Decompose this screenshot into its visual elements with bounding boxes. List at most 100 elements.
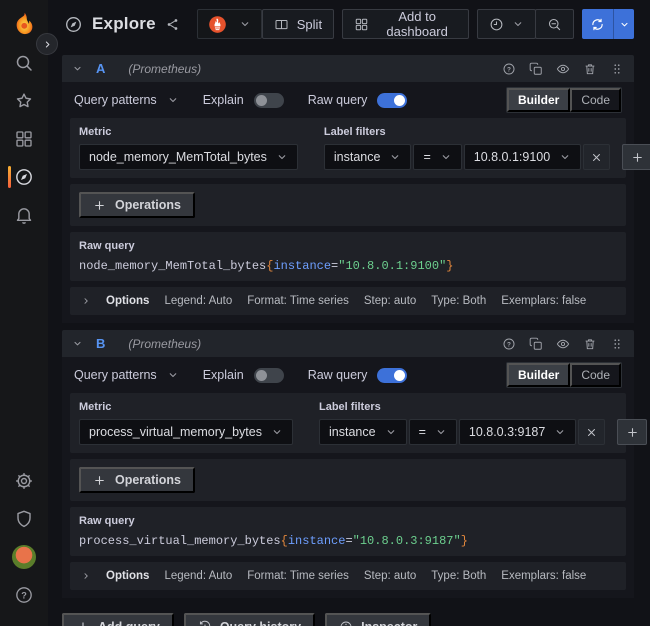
dashboards-grid-icon	[14, 129, 34, 149]
run-query-button[interactable]	[582, 9, 634, 39]
sidebar-item-settings[interactable]	[0, 462, 48, 500]
filter-operator-select[interactable]: =	[413, 144, 461, 170]
gear-icon	[14, 471, 34, 491]
collapse-chevron-icon[interactable]	[72, 63, 83, 74]
explain-toggle[interactable]	[254, 368, 284, 383]
search-icon	[14, 53, 34, 73]
add-to-dashboard-button[interactable]: Add to dashboard	[342, 9, 469, 39]
chevron-down-icon[interactable]	[167, 94, 179, 106]
collapse-chevron-icon[interactable]	[72, 338, 83, 349]
datasource-picker[interactable]	[197, 9, 262, 39]
chevron-down-icon	[435, 426, 447, 438]
add-filter-button[interactable]	[617, 419, 647, 445]
sidebar-item-server-admin[interactable]	[0, 500, 48, 538]
query-patterns-dropdown[interactable]: Query patterns	[74, 93, 157, 107]
delete-query-trash-icon[interactable]	[583, 337, 597, 351]
chevron-right-icon[interactable]	[81, 571, 91, 581]
builder-mode-button[interactable]: Builder	[507, 363, 570, 387]
filter-value-select[interactable]: 10.8.0.3:9187	[459, 419, 576, 445]
add-operation-button[interactable]: Operations	[79, 467, 195, 493]
inspector-label: Inspector	[361, 620, 417, 626]
label-filters-field: Label filters instance =	[324, 126, 650, 170]
delete-query-trash-icon[interactable]	[583, 62, 597, 76]
sidebar-item-alerting[interactable]	[0, 196, 48, 234]
refresh-icon[interactable]	[582, 9, 613, 39]
grafana-explore-app: Explore Split Add to dashboard	[0, 0, 650, 626]
query-help-icon[interactable]	[502, 337, 516, 351]
add-filter-button[interactable]	[622, 144, 650, 170]
query-a-metric-section: Metric node_memory_MemTotal_bytes Label …	[70, 118, 626, 178]
raw-equals: =	[345, 534, 352, 548]
metric-select[interactable]: process_virtual_memory_bytes	[79, 419, 293, 445]
raw-query-expression: process_virtual_memory_bytes{instance="1…	[79, 534, 617, 548]
query-datasource-name: (Prometheus)	[128, 337, 201, 351]
code-mode-button[interactable]: Code	[570, 363, 621, 387]
drag-handle-icon[interactable]	[610, 337, 624, 351]
chevron-down-icon[interactable]	[167, 369, 179, 381]
grafana-logo-icon[interactable]	[11, 11, 38, 38]
builder-mode-button[interactable]: Builder	[507, 88, 570, 112]
remove-filter-button[interactable]	[578, 419, 605, 445]
filter-operator-value: =	[423, 150, 430, 164]
toggle-visibility-eye-icon[interactable]	[556, 62, 570, 76]
duplicate-query-icon[interactable]	[529, 62, 543, 76]
add-operation-button[interactable]: Operations	[79, 192, 195, 218]
sidebar-nav-top	[0, 44, 48, 234]
operations-label: Operations	[115, 198, 181, 212]
sidebar-item-profile[interactable]	[0, 538, 48, 576]
sidebar-item-dashboards[interactable]	[0, 120, 48, 158]
plus-icon	[631, 151, 644, 164]
filter-value-select[interactable]: 10.8.0.1:9100	[464, 144, 581, 170]
sidebar-item-help[interactable]	[0, 576, 48, 614]
time-range-picker[interactable]	[477, 9, 536, 39]
raw-query-toggle[interactable]	[377, 93, 407, 108]
add-query-button[interactable]: Add query	[62, 613, 174, 626]
sidebar-item-explore[interactable]	[0, 158, 48, 196]
share-icon[interactable]	[165, 17, 180, 32]
options-label[interactable]: Options	[106, 570, 149, 582]
query-a-toolbar: Query patterns Explain Raw query Builder…	[70, 88, 626, 112]
duplicate-query-icon[interactable]	[529, 337, 543, 351]
filter-label-select[interactable]: instance	[324, 144, 412, 170]
query-a-operations-section: Operations	[70, 184, 626, 226]
query-patterns-dropdown[interactable]: Query patterns	[74, 368, 157, 382]
sidebar-item-starred[interactable]	[0, 82, 48, 120]
filter-label-select[interactable]: instance	[319, 419, 407, 445]
query-help-icon[interactable]	[502, 62, 516, 76]
sidebar-nav-bottom	[0, 462, 48, 614]
raw-query-toggle[interactable]	[377, 368, 407, 383]
time-zoom-out-button[interactable]	[535, 9, 574, 39]
options-label[interactable]: Options	[106, 295, 149, 307]
filter-operator-select[interactable]: =	[409, 419, 457, 445]
option-legend: Legend: Auto	[164, 295, 232, 307]
query-ref-id[interactable]: A	[96, 61, 105, 76]
query-b-options-row[interactable]: Options Legend: Auto Format: Time series…	[70, 562, 626, 590]
remove-filter-button[interactable]	[583, 144, 610, 170]
zoom-out-icon	[547, 17, 562, 32]
query-a-options-row[interactable]: Options Legend: Auto Format: Time series…	[70, 287, 626, 315]
metric-field: Metric node_memory_MemTotal_bytes	[79, 126, 298, 170]
query-history-label: Query history	[220, 620, 301, 626]
inspector-button[interactable]: Inspector	[325, 613, 431, 626]
refresh-interval-dropdown[interactable]	[613, 9, 634, 39]
raw-query-toggle-label: Raw query	[308, 368, 368, 382]
explain-toggle[interactable]	[254, 93, 284, 108]
code-mode-button[interactable]: Code	[570, 88, 621, 112]
raw-label: instance	[273, 259, 331, 273]
option-type: Type: Both	[431, 295, 486, 307]
split-button[interactable]: Split	[262, 9, 334, 39]
page-title: Explore	[92, 14, 156, 34]
chevron-right-icon[interactable]	[81, 296, 91, 306]
compass-icon	[14, 167, 34, 187]
query-history-button[interactable]: Query history	[184, 613, 315, 626]
plus-icon	[93, 199, 106, 212]
plus-icon	[93, 474, 106, 487]
toggle-visibility-eye-icon[interactable]	[556, 337, 570, 351]
metric-field: Metric process_virtual_memory_bytes	[79, 401, 293, 445]
query-b-toolbar: Query patterns Explain Raw query Builder…	[70, 363, 626, 387]
chevron-down-icon	[512, 18, 524, 30]
drag-handle-icon[interactable]	[610, 62, 624, 76]
query-ref-id[interactable]: B	[96, 336, 105, 351]
sidebar-expand-button[interactable]	[36, 33, 58, 55]
metric-select[interactable]: node_memory_MemTotal_bytes	[79, 144, 298, 170]
